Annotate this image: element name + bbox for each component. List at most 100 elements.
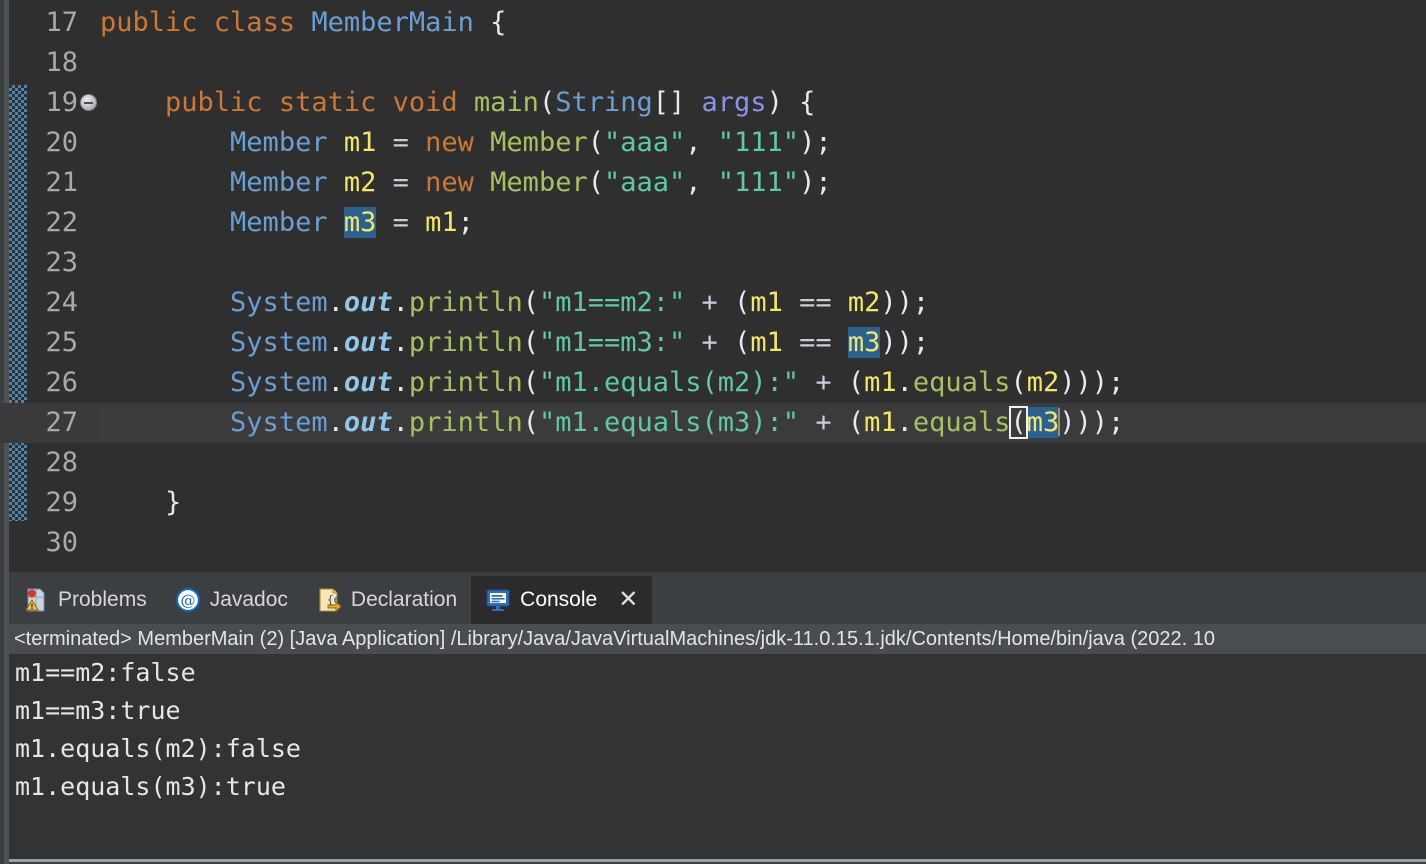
token: { — [473, 7, 507, 38]
line-number: 25 — [45, 327, 78, 358]
code-line[interactable]: 21 Member m2 = new Member("aaa", "111"); — [0, 163, 1426, 203]
launch-status-line: <terminated> MemberMain (2) [Java Applic… — [9, 624, 1426, 654]
code-line[interactable]: 29 } — [0, 483, 1426, 523]
tab-javadoc[interactable]: @ Javadoc — [161, 576, 302, 624]
code-text: System.out.println("m1.equals(m3):" + (m… — [100, 403, 1124, 443]
code-line[interactable]: 28 — [0, 443, 1426, 483]
line-number: 20 — [45, 127, 78, 158]
code-line[interactable]: 22 Member m3 = m1; — [0, 203, 1426, 243]
code-line[interactable]: 24 System.out.println("m1==m2:" + (m1 ==… — [0, 283, 1426, 323]
token: ; — [457, 207, 474, 238]
declaration-icon: {e — [319, 588, 342, 613]
token: "111" — [717, 167, 800, 198]
close-icon[interactable]: ✕ — [618, 588, 638, 612]
fold-collapse-icon[interactable] — [80, 94, 97, 111]
code-text: System.out.println("m1==m2:" + (m1 == m2… — [100, 283, 929, 323]
token: System — [230, 327, 328, 358]
token: System — [230, 407, 328, 438]
tab-label: Problems — [58, 588, 147, 611]
console-output[interactable]: m1==m2:false m1==m3:true m1.equals(m2):fal… — [9, 654, 1426, 862]
code-editor[interactable]: 17 public class MemberMain {18 19 public s… — [0, 0, 1426, 572]
token: . — [896, 407, 913, 438]
code-line[interactable]: 20 Member m1 = new Member("aaa", "111"); — [0, 123, 1426, 163]
token: . — [327, 407, 344, 438]
token: , — [685, 167, 718, 198]
panel-tab-bar[interactable]: Problems @ Javadoc {e Declaration Console ✕ — [9, 576, 1426, 624]
code-line[interactable]: 19 public static void main(String[] args… — [0, 83, 1426, 123]
token: String — [555, 87, 653, 118]
token: ))); — [1059, 367, 1125, 398]
tab-problems[interactable]: Problems — [9, 576, 161, 624]
token: = — [376, 207, 426, 238]
selected-token: m3 — [1026, 407, 1060, 438]
token: m1 — [343, 127, 377, 158]
token: class — [213, 7, 312, 38]
token: . — [392, 367, 409, 398]
console-output-line: m1.equals(m2):false — [15, 734, 301, 763]
token: . — [896, 367, 913, 398]
tab-declaration[interactable]: {e Declaration — [302, 576, 471, 624]
token: ( — [717, 327, 751, 358]
token: out — [343, 287, 393, 318]
token: m2 — [343, 167, 377, 198]
token: Member — [230, 127, 344, 158]
problems-icon — [25, 588, 45, 612]
token: equals — [912, 367, 1011, 398]
token: m1 — [864, 407, 897, 438]
token: new — [425, 167, 491, 198]
code-line[interactable]: 23 — [0, 243, 1426, 283]
code-line[interactable]: 26 System.out.println("m1.equals(m2):" +… — [0, 363, 1426, 403]
javadoc-icon: @ — [175, 587, 200, 613]
token: m1 — [425, 207, 458, 238]
token: . — [327, 327, 344, 358]
tab-label: Console — [520, 588, 598, 611]
token: main — [473, 87, 539, 118]
token: args — [701, 87, 767, 118]
occurrence-highlight: m3 — [847, 327, 881, 358]
token: "111" — [717, 127, 800, 158]
code-line[interactable]: 27 System.out.println("m1.equals(m3):" +… — [0, 403, 1426, 443]
line-number: 27 — [45, 407, 78, 438]
line-number: 24 — [45, 287, 78, 318]
code-text: public static void main(String[] args) { — [100, 83, 815, 123]
panel-left-edge-inner — [0, 572, 4, 864]
line-number: 19 — [45, 87, 78, 118]
code-text: public class MemberMain { — [100, 3, 506, 43]
code-line[interactable]: 30 — [0, 523, 1426, 563]
code-text: Member m1 = new Member("aaa", "111"); — [100, 123, 832, 163]
code-line[interactable]: 18 — [0, 43, 1426, 83]
token: )); — [880, 287, 930, 318]
token: new — [425, 127, 491, 158]
token: Member — [230, 207, 344, 238]
console-output-line: m1==m2:false — [15, 658, 196, 687]
token: . — [327, 367, 344, 398]
token: static — [278, 87, 393, 118]
token: ( — [717, 287, 751, 318]
token: . — [327, 287, 344, 318]
token: println — [408, 407, 523, 438]
token: "aaa" — [603, 127, 686, 158]
token: = — [376, 167, 426, 198]
token: ); — [799, 127, 832, 158]
token: ( — [522, 407, 539, 438]
token: println — [408, 287, 523, 318]
token: ( — [538, 87, 556, 118]
code-text: Member m2 = new Member("aaa", "111"); — [100, 163, 832, 203]
code-line[interactable]: 25 System.out.println("m1==m3:" + (m1 ==… — [0, 323, 1426, 363]
token: MemberMain — [311, 7, 474, 38]
tab-console[interactable]: Console ✕ — [471, 576, 653, 624]
token: public — [100, 7, 214, 38]
token: ( — [1010, 367, 1027, 398]
token: [] — [652, 87, 702, 118]
line-number: 17 — [45, 7, 78, 38]
code-line[interactable]: 17 public class MemberMain { — [0, 3, 1426, 43]
token: + — [815, 367, 832, 398]
